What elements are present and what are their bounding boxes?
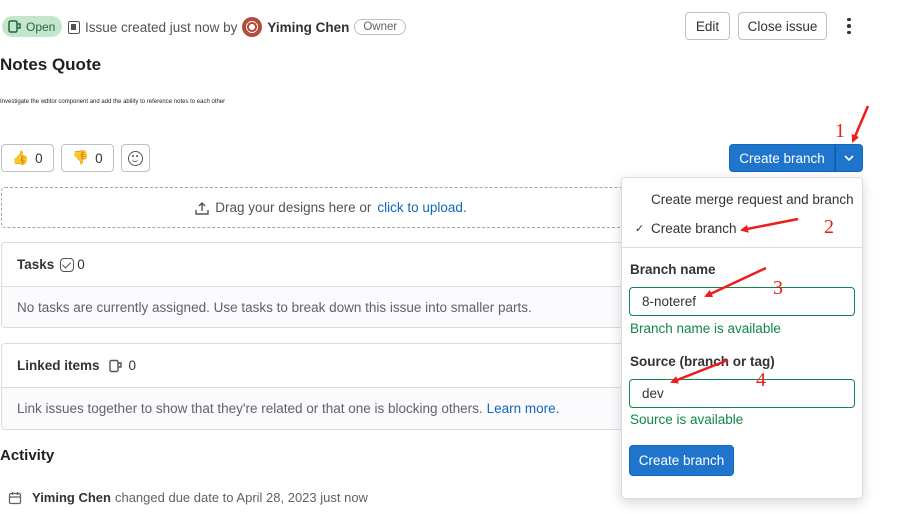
annotation-arrow-3	[704, 266, 767, 298]
annotation-arrow-4	[670, 358, 729, 384]
annotation-arrow-2	[740, 217, 799, 233]
annotation-arrow-1	[851, 105, 870, 143]
annotation-arrows	[670, 105, 870, 384]
